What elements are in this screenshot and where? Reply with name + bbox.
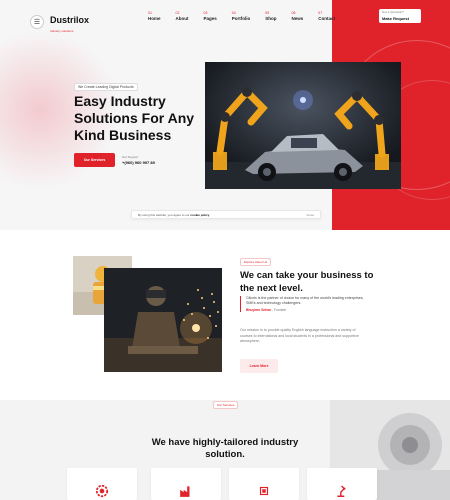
brand-logo[interactable]: ☰ Dustrilox Industry solutions bbox=[30, 10, 89, 33]
nav-item-shop[interactable]: 05 Shop bbox=[265, 11, 277, 22]
author-name: Bhuyiaro Sehan bbox=[246, 308, 272, 312]
factory-icon bbox=[180, 486, 190, 497]
service-card[interactable] bbox=[151, 468, 221, 500]
cookie-text: By using this website, you agree to our … bbox=[138, 213, 209, 217]
help-action: Make Request bbox=[382, 16, 409, 21]
cookie-banner: By using this website, you agree to our … bbox=[131, 210, 321, 219]
nav-label: News bbox=[291, 15, 304, 21]
hero-headline: Easy Industry Solutions For Any Kind Bus… bbox=[74, 93, 195, 143]
nav-label: Home bbox=[148, 15, 161, 21]
about-image-welder bbox=[104, 268, 222, 372]
hero-tagline: We Create Leading Digital Products bbox=[74, 83, 138, 91]
nav-label: Shop bbox=[265, 15, 277, 21]
nav-item-portfolio[interactable]: 04 Portfolio bbox=[231, 11, 251, 22]
phone-label: Get Support bbox=[122, 155, 139, 159]
hamburger-menu-icon[interactable]: ☰ bbox=[30, 14, 44, 29]
our-services-button[interactable]: Our Services bbox=[74, 153, 115, 167]
robotic-arm-icon bbox=[337, 485, 346, 497]
quote-author: Bhuyiaro Sehan - Founder bbox=[246, 308, 372, 312]
main-nav: 01 Home 02 About 03 Pages 04 Portfolio 0… bbox=[148, 11, 336, 22]
cookie-policy-link[interactable]: cookie policy bbox=[190, 213, 209, 217]
chip-icon bbox=[259, 486, 269, 496]
help-question: Got a Question? bbox=[382, 10, 404, 14]
service-card[interactable] bbox=[307, 468, 377, 500]
service-card[interactable] bbox=[67, 468, 137, 500]
nav-item-contact[interactable]: 07 Contact bbox=[318, 11, 336, 22]
gear-icon bbox=[95, 484, 109, 498]
service-card[interactable] bbox=[229, 468, 299, 500]
cookie-close-button[interactable]: Close bbox=[306, 213, 314, 217]
about-eyebrow: Explore About Us bbox=[240, 258, 272, 266]
author-role: - Founder bbox=[272, 308, 287, 312]
about-body: Our mission is to provide quality Englis… bbox=[240, 328, 359, 343]
nav-item-home[interactable]: 01 Home bbox=[148, 11, 161, 22]
nav-label: About bbox=[175, 15, 189, 21]
nav-item-pages[interactable]: 03 Pages bbox=[203, 11, 217, 22]
nav-label: Contact bbox=[318, 15, 336, 21]
learn-more-button[interactable]: Learn More bbox=[240, 359, 278, 373]
nav-label: Pages bbox=[203, 15, 217, 21]
quote-text: Citicris is the partner of choice for ma… bbox=[246, 296, 364, 305]
brand-name: Dustrilox bbox=[50, 15, 90, 25]
robot-car-illustration bbox=[205, 62, 401, 189]
services-heading: We have highly-tailored industry solutio… bbox=[151, 437, 299, 460]
cookie-message: By using this website, you agree to our bbox=[138, 212, 190, 217]
about-heading: We can take your business to the next le… bbox=[240, 270, 374, 294]
hero-robot-image bbox=[205, 62, 401, 189]
make-request-button[interactable]: Got a Question? Make Request bbox=[379, 9, 421, 23]
phone-number: +(960) 960 997 89 bbox=[122, 160, 155, 165]
nav-item-about[interactable]: 02 About bbox=[175, 11, 189, 22]
nav-item-news[interactable]: 06 News bbox=[291, 11, 304, 22]
brand-tagline: Industry solutions bbox=[50, 29, 74, 33]
welder-illustration bbox=[104, 268, 222, 372]
nav-label: Portfolio bbox=[231, 15, 251, 21]
support-phone[interactable]: Get Support +(960) 960 997 89 bbox=[122, 155, 155, 165]
services-eyebrow: Our Services bbox=[213, 401, 239, 409]
about-quote: Citicris is the partner of choice for ma… bbox=[240, 296, 372, 312]
